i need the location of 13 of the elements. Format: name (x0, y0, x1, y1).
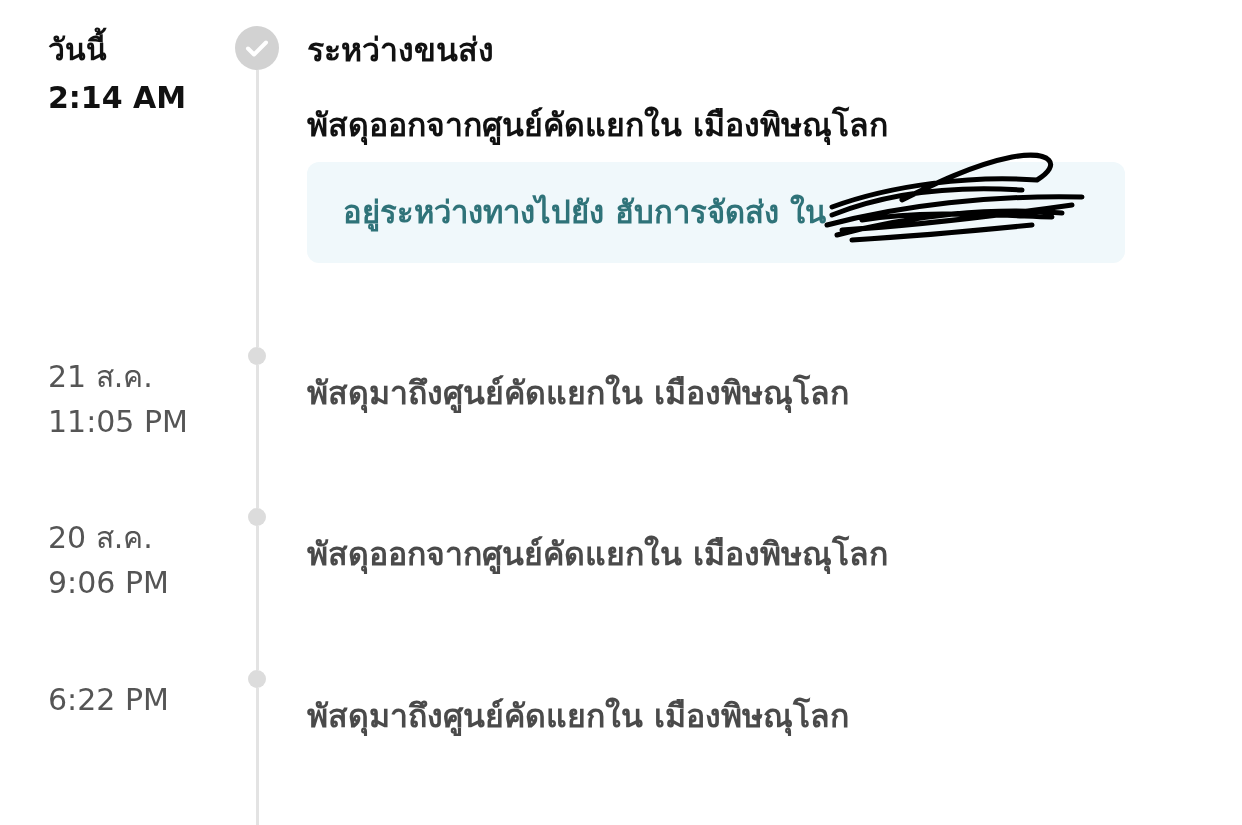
event-time: 6:22 PM (48, 680, 170, 719)
event-time: 2:14 AM (48, 79, 188, 117)
event-time: 11:05 PM (48, 402, 189, 441)
event-time: 9:06 PM (48, 564, 170, 603)
event-description: พัสดุออกจากศูนย์คัดแยกใน เมืองพิษณุโลก (307, 105, 890, 147)
event-status: ระหว่างขนส่ง (307, 30, 495, 71)
event-description: พัสดุมาถึงศูนย์คัดแยกใน เมืองพิษณุโลก (307, 372, 851, 415)
note-text: อยู่ระหว่างทางไปยัง ฮับการจัดส่ง ใน (343, 193, 826, 234)
event-date: 20 ส.ค. (48, 519, 154, 558)
event-description: พัสดุออกจากศูนย์คัดแยกใน เมืองพิษณุโลก (307, 534, 890, 576)
event-description: พัสดุมาถึงศูนย์คัดแยกใน เมืองพิษณุโลก (307, 695, 851, 738)
event-date: 21 ส.ค. (48, 357, 154, 396)
event-date: วันนี้ (48, 26, 207, 74)
